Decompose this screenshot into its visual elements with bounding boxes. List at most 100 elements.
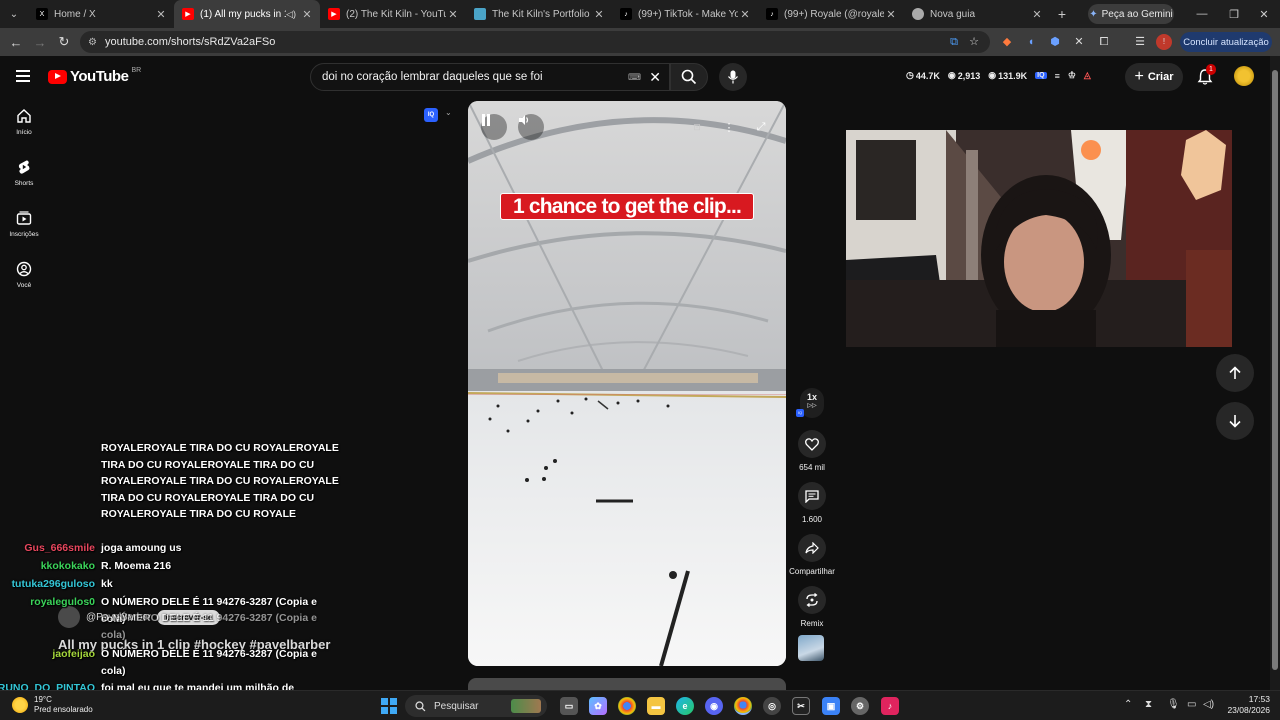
edge-icon[interactable]: e bbox=[676, 697, 694, 715]
close-tab-icon[interactable]: ✕ bbox=[738, 8, 752, 21]
gemini-label: Peça ao Gemini bbox=[1101, 8, 1173, 20]
browser-tab[interactable]: Nova guia ✕ bbox=[904, 0, 1050, 28]
extension-x-icon[interactable]: ✕ bbox=[1071, 34, 1087, 50]
voice-search-button[interactable] bbox=[719, 63, 747, 91]
trophy-icon[interactable]: ♔ bbox=[1068, 70, 1076, 81]
browser-tab[interactable]: The Kit Kiln's Portfolio of 3D✕ bbox=[466, 0, 612, 28]
alert-icon[interactable]: ◬ bbox=[1084, 70, 1091, 81]
extension-shield-icon[interactable]: ⬢ bbox=[1047, 34, 1063, 50]
bookmark-star-icon[interactable]: ☆ bbox=[966, 34, 982, 50]
close-tab-icon[interactable]: ✕ bbox=[300, 8, 314, 21]
gemini-button[interactable]: ✦ Peça ao Gemini bbox=[1088, 4, 1174, 24]
new-tab-button[interactable]: + bbox=[1050, 6, 1074, 22]
extension-audio-icon[interactable]: ◖ bbox=[1023, 34, 1039, 50]
chrome-icon bbox=[912, 8, 924, 20]
page-scrollbar[interactable] bbox=[1270, 56, 1280, 691]
site-info-icon[interactable]: ⚙ bbox=[88, 37, 97, 48]
filter-icon[interactable]: ≡ bbox=[1055, 71, 1060, 81]
close-tab-icon[interactable]: ✕ bbox=[1030, 8, 1044, 21]
sound-thumbnail[interactable] bbox=[798, 635, 824, 661]
close-tab-icon[interactable]: ✕ bbox=[446, 8, 460, 21]
tray-volume-icon[interactable]: ◁) bbox=[1203, 699, 1214, 710]
update-button[interactable]: Concluir atualização bbox=[1180, 32, 1272, 52]
tray-mic-icon[interactable]: 🎙 bbox=[1167, 699, 1180, 710]
cast-icon[interactable]: ⧉ bbox=[946, 34, 962, 50]
app-blue-icon[interactable]: ▣ bbox=[822, 697, 840, 715]
start-menu-icon[interactable] bbox=[381, 698, 397, 714]
pause-button[interactable] bbox=[481, 114, 507, 140]
menu-icon[interactable] bbox=[16, 70, 30, 82]
close-window-button[interactable]: ✕ bbox=[1248, 0, 1280, 28]
next-short-button[interactable] bbox=[1216, 402, 1254, 440]
previous-short-button[interactable] bbox=[1216, 354, 1254, 392]
task-view-icon[interactable]: ▭ bbox=[560, 697, 578, 715]
remix-button[interactable]: Remix bbox=[788, 586, 836, 628]
share-label: Compartilhar bbox=[789, 567, 835, 576]
system-clock[interactable]: 17:53 23/08/2026 bbox=[1222, 694, 1270, 716]
weather-widget[interactable]: 19°C Pred ensolarado bbox=[12, 695, 93, 715]
fullscreen-icon[interactable]: ⤢ bbox=[748, 114, 774, 140]
clear-search-icon[interactable]: ✕ bbox=[649, 69, 661, 86]
close-tab-icon[interactable]: ✕ bbox=[154, 8, 168, 21]
chat-username: Gus_666smile bbox=[24, 542, 95, 554]
video-caption-overlay: 1 chance to get the clip... bbox=[500, 193, 754, 220]
discord-icon[interactable]: ◉ bbox=[705, 697, 723, 715]
forward-button[interactable]: → bbox=[28, 35, 52, 50]
chrome-active-icon[interactable] bbox=[734, 697, 752, 715]
share-button[interactable]: Compartilhar bbox=[788, 534, 836, 576]
nav-item-home[interactable]: Início bbox=[0, 100, 48, 151]
media-controls-icon[interactable]: ☰ bbox=[1132, 34, 1148, 50]
nav-item-shorts[interactable]: Shorts bbox=[0, 151, 48, 202]
tray-chevron-icon[interactable]: ⌃ bbox=[1124, 699, 1132, 710]
chevron-down-icon[interactable]: ⌄ bbox=[445, 108, 452, 117]
create-button[interactable]: + Criar bbox=[1125, 63, 1183, 91]
close-tab-icon[interactable]: ✕ bbox=[592, 8, 606, 21]
browser-tab[interactable]: ♪ (99+) TikTok - Make Your Day✕ bbox=[612, 0, 758, 28]
browser-tab[interactable]: ▶ (1) All my pucks in 1 clip◁) ✕ bbox=[174, 0, 320, 28]
search-input[interactable]: doi no coração lembrar daqueles que se f… bbox=[310, 63, 670, 91]
extension-fox-icon[interactable]: ◆ bbox=[999, 34, 1015, 50]
capcut-icon[interactable]: ✂ bbox=[792, 697, 810, 715]
account-avatar[interactable] bbox=[1234, 66, 1254, 86]
close-tab-icon[interactable]: ✕ bbox=[884, 8, 898, 21]
tab-label: (99+) TikTok - Make Your Day bbox=[638, 8, 738, 20]
file-explorer-icon[interactable]: ▬ bbox=[647, 697, 665, 715]
profile-icon[interactable]: ! bbox=[1156, 34, 1172, 50]
taskbar-search[interactable]: Pesquisar bbox=[405, 695, 547, 717]
browser-tab[interactable]: ▶ (2) The Kit Kiln - YouTube✕ bbox=[320, 0, 466, 28]
search-button[interactable] bbox=[670, 63, 708, 91]
restore-button[interactable]: ❐ bbox=[1218, 0, 1250, 28]
weather-temp: 19°C bbox=[34, 695, 52, 704]
next-short-preview[interactable] bbox=[468, 678, 786, 690]
tab-search-icon[interactable]: ⌄ bbox=[0, 0, 28, 28]
obs-icon[interactable]: ◎ bbox=[763, 697, 781, 715]
reload-button[interactable]: ↻ bbox=[52, 34, 76, 50]
settings-gear-icon[interactable]: ⚙ bbox=[851, 697, 869, 715]
like-button[interactable]: 654 mil bbox=[788, 430, 836, 472]
tab-audio-icon[interactable]: ◁) bbox=[286, 9, 296, 20]
comments-button[interactable]: 1.600 bbox=[788, 482, 836, 524]
keyboard-icon[interactable]: ⌨ bbox=[628, 72, 641, 83]
browser-tab[interactable]: X Home / X ✕ bbox=[28, 0, 174, 28]
address-bar[interactable]: ⚙ youtube.com/shorts/sRdZVa2aFSo bbox=[80, 31, 990, 53]
captions-icon[interactable]: ⊡ bbox=[684, 114, 710, 140]
clock-icon: ◷ bbox=[906, 70, 914, 80]
nav-item-subscriptions[interactable]: Inscrições bbox=[0, 202, 48, 253]
extensions-puzzle-icon[interactable]: ⧠ bbox=[1096, 34, 1112, 50]
nav-item-you[interactable]: Você bbox=[0, 253, 48, 304]
iq-extension-icon[interactable]: IQ bbox=[1035, 72, 1047, 79]
shorts-video-player[interactable]: ⊡ ⋮ ⤢ 1 chance to get the clip... bbox=[468, 101, 786, 666]
browser-tab[interactable]: ♪ (99+) Royale (@royalenene)✕ bbox=[758, 0, 904, 28]
tiktok-app-icon[interactable]: ♪ bbox=[881, 697, 899, 715]
chrome-icon[interactable] bbox=[618, 697, 636, 715]
copilot-icon[interactable]: ✿ bbox=[589, 697, 607, 715]
scrollbar-thumb[interactable] bbox=[1272, 70, 1278, 670]
iq-extension-badge[interactable]: IQ bbox=[424, 108, 438, 122]
tray-monitor-icon[interactable]: ▭ bbox=[1187, 699, 1196, 710]
more-options-icon[interactable]: ⋮ bbox=[716, 114, 742, 140]
tray-network-icon[interactable]: ⧗ bbox=[1145, 699, 1152, 710]
minimize-button[interactable]: — bbox=[1186, 0, 1218, 28]
youtube-logo[interactable]: YouTube BR bbox=[48, 67, 141, 85]
back-button[interactable]: ← bbox=[4, 35, 28, 50]
volume-button[interactable] bbox=[518, 114, 544, 140]
